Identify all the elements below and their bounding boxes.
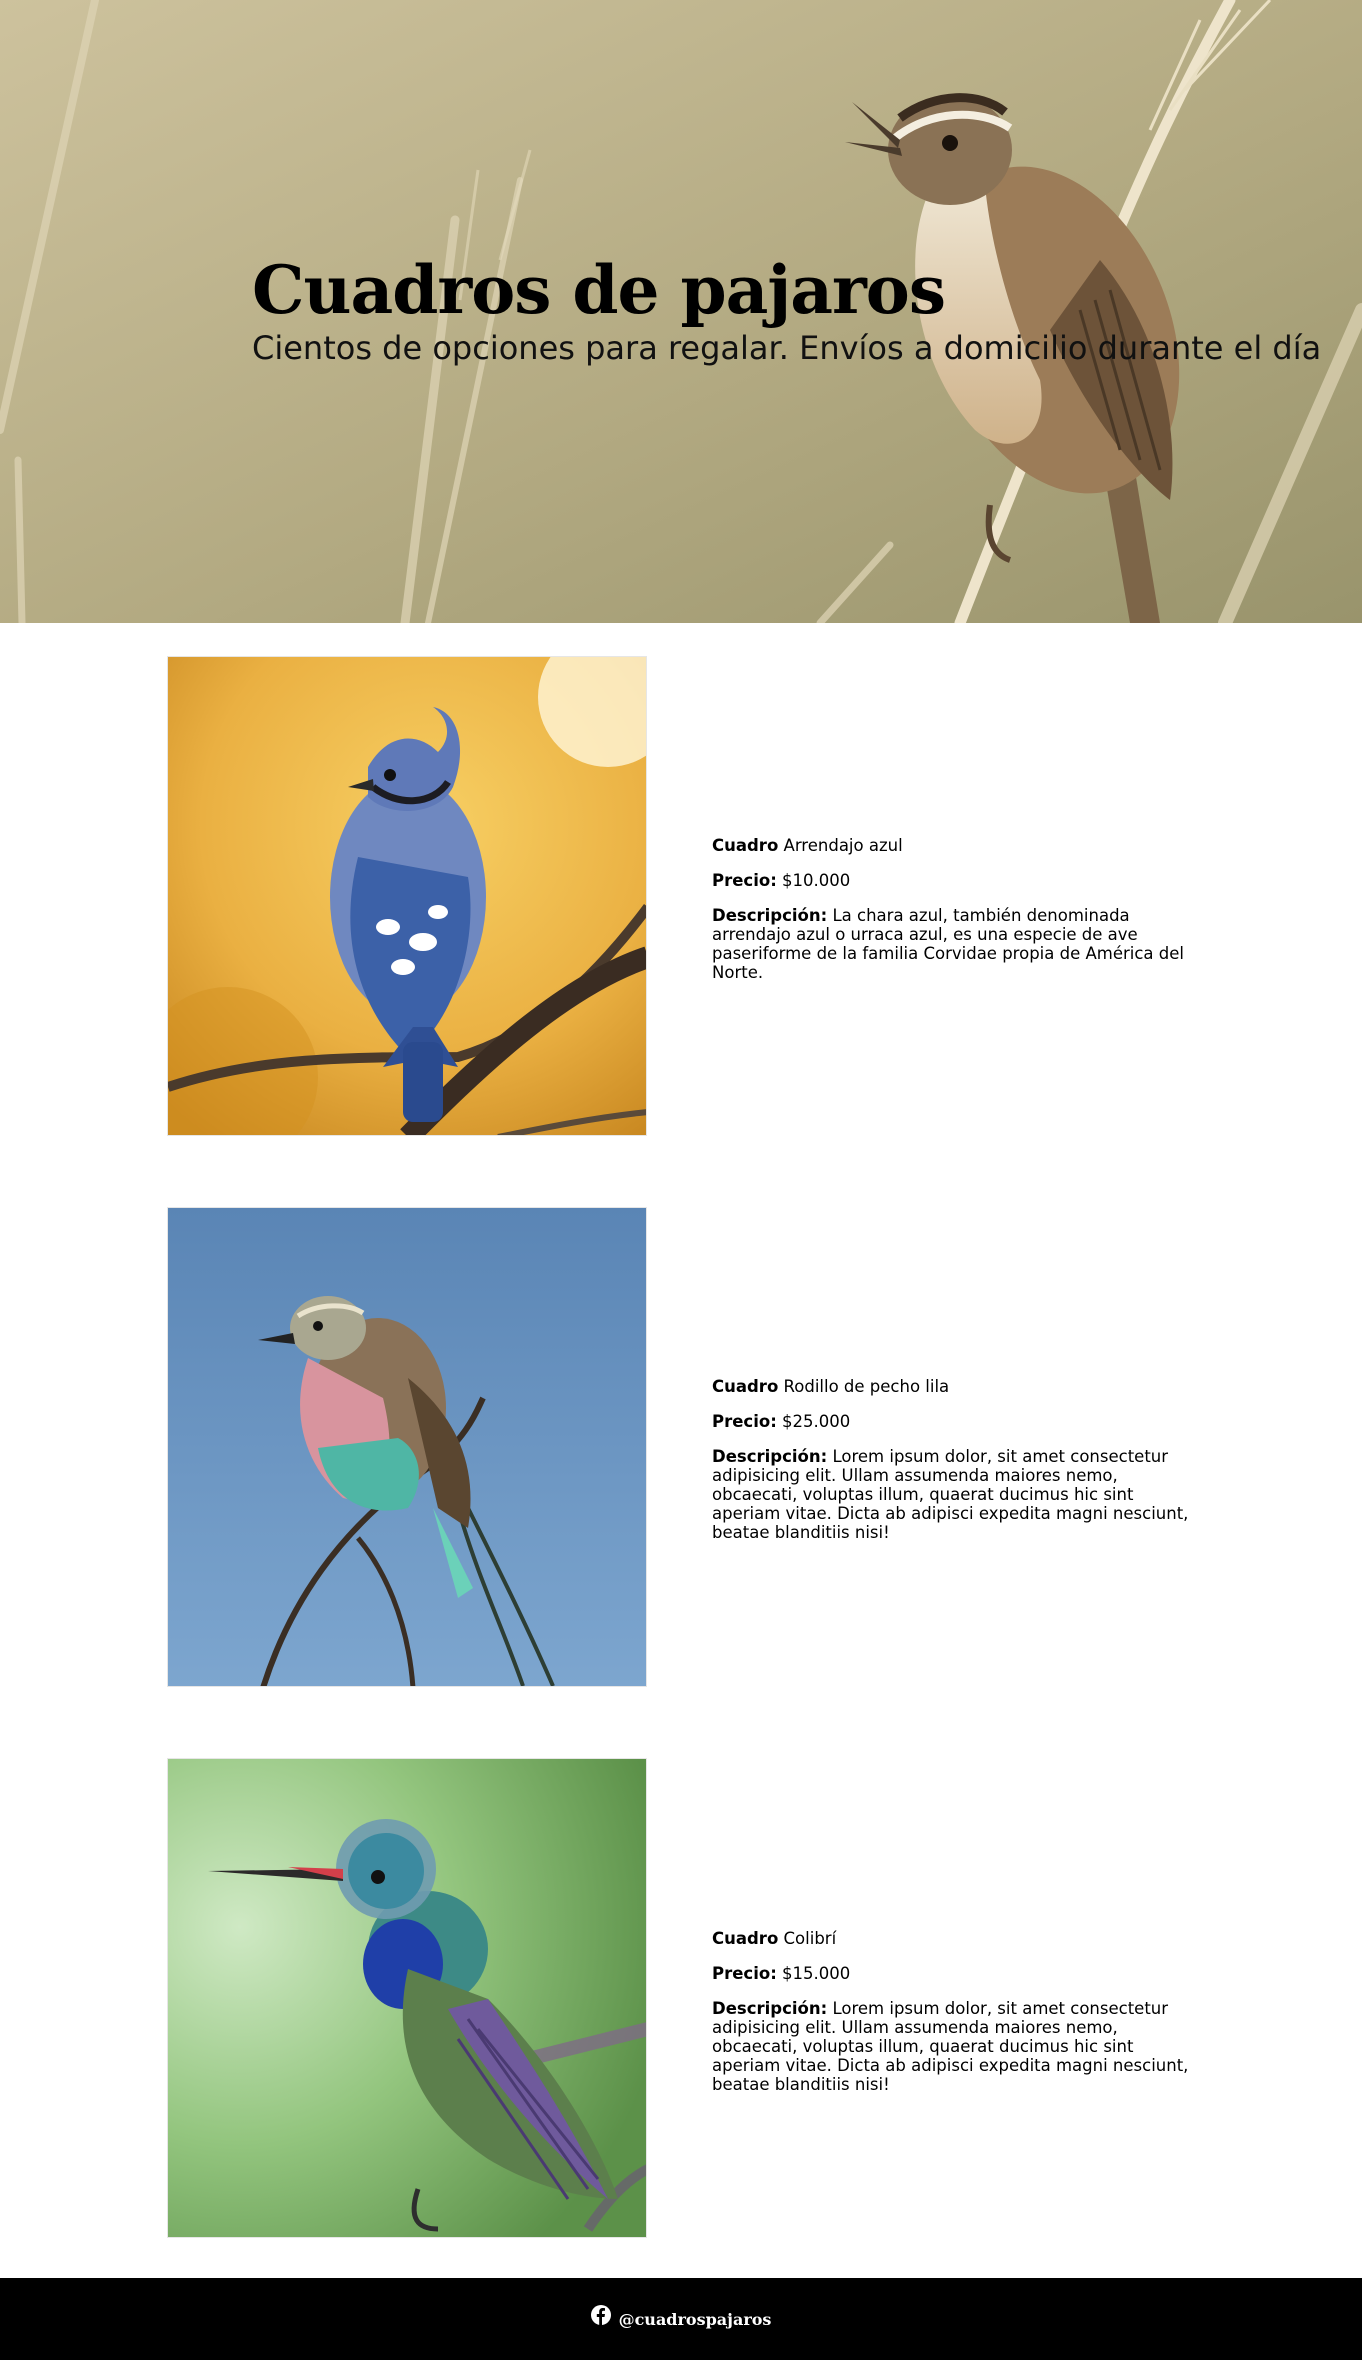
product-title-line: Cuadro Arrendajo azul (712, 836, 1192, 855)
cuadro-label: Cuadro (712, 1377, 779, 1396)
product-price-line: Precio: $15.000 (712, 1964, 1192, 1983)
descripcion-label: Descripción: (712, 906, 828, 925)
product-description-line: Descripción: Lorem ipsum dolor, sit amet… (712, 1999, 1192, 2094)
page-title: Cuadros de pajaros (252, 251, 946, 329)
precio-label: Precio: (712, 871, 777, 890)
product-name: Colibrí (783, 1929, 837, 1948)
cuadro-label: Cuadro (712, 1929, 779, 1948)
product-info: Cuadro Rodillo de pecho lila Precio: $25… (712, 1377, 1192, 1558)
product-card-rodillo-de-pecho-lila: Cuadro Rodillo de pecho lila Precio: $25… (167, 1207, 1197, 1687)
facebook-icon[interactable] (590, 2305, 611, 2325)
page-subtitle: Cientos de opciones para regalar. Envíos… (252, 329, 1322, 367)
product-name: Rodillo de pecho lila (783, 1377, 950, 1396)
lilac-breasted-roller-photo (167, 1207, 647, 1687)
product-name: Arrendajo azul (783, 836, 903, 855)
product-card-arrendajo-azul: Cuadro Arrendajo azul Precio: $10.000 De… (167, 656, 1197, 1136)
product-price: $25.000 (782, 1412, 851, 1431)
product-card-colibri: Cuadro Colibrí Precio: $15.000 Descripci… (167, 1758, 1197, 2238)
blue-jay-photo (167, 656, 647, 1136)
descripcion-label: Descripción: (712, 1447, 828, 1466)
product-description-line: Descripción: La chara azul, también deno… (712, 906, 1192, 982)
precio-label: Precio: (712, 1964, 777, 1983)
product-title-line: Cuadro Rodillo de pecho lila (712, 1377, 1192, 1396)
product-price-line: Precio: $25.000 (712, 1412, 1192, 1431)
product-price: $15.000 (782, 1964, 851, 1983)
product-info: Cuadro Arrendajo azul Precio: $10.000 De… (712, 836, 1192, 998)
social-handle[interactable]: @cuadrospajaros (619, 2310, 772, 2329)
hero-banner: Cuadros de pajaros Cientos de opciones p… (0, 0, 1362, 623)
product-title-line: Cuadro Colibrí (712, 1929, 1192, 1948)
product-description-line: Descripción: Lorem ipsum dolor, sit amet… (712, 1447, 1192, 1542)
cuadro-label: Cuadro (712, 836, 779, 855)
footer: @cuadrospajaros (0, 2278, 1362, 2360)
product-info: Cuadro Colibrí Precio: $15.000 Descripci… (712, 1929, 1192, 2110)
descripcion-label: Descripción: (712, 1999, 828, 2018)
product-price: $10.000 (782, 871, 851, 890)
facebook-link[interactable]: @cuadrospajaros (590, 2305, 772, 2329)
precio-label: Precio: (712, 1412, 777, 1431)
product-price-line: Precio: $10.000 (712, 871, 1192, 890)
hummingbird-photo (167, 1758, 647, 2238)
